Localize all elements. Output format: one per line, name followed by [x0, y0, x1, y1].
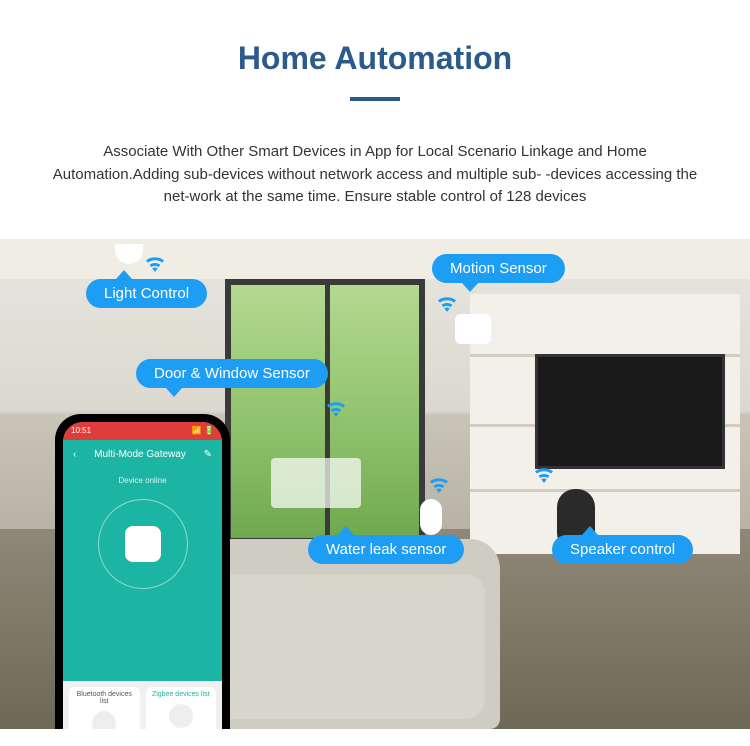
shelf-line [470, 489, 740, 492]
sofa [190, 539, 500, 729]
tab-bluetooth[interactable]: Bluetooth devices list [69, 687, 140, 729]
phone-app-header: ‹ Multi-Mode Gateway ✎ [63, 440, 222, 470]
tab-zigbee-label: Zigbee devices list [152, 691, 210, 698]
callout-speaker-control: Speaker control [552, 535, 693, 564]
phone-status-bar: 10:51 📶 🔋 [63, 422, 222, 440]
wifi-icon [144, 254, 166, 278]
bluetooth-device-icon [92, 711, 116, 729]
television [535, 354, 725, 469]
tab-zigbee[interactable]: Zigbee devices list [146, 687, 217, 729]
callout-motion-sensor: Motion Sensor [432, 254, 565, 283]
balcony-furniture [271, 458, 361, 508]
phone-time: 10:51 [71, 426, 91, 435]
wifi-icon [325, 399, 347, 423]
tab-bluetooth-label: Bluetooth devices list [77, 691, 132, 705]
device-status: Device online [118, 476, 166, 485]
description-text: Associate With Other Smart Devices in Ap… [0, 141, 750, 209]
phone-bottom-tabs: Bluetooth devices list Zigbee devices li… [63, 681, 222, 729]
zigbee-device-icon [169, 704, 193, 728]
hub-circle [98, 499, 188, 589]
back-icon[interactable]: ‹ [73, 449, 76, 460]
water-sensor-device [420, 499, 442, 535]
ceiling [0, 239, 750, 279]
title-divider [350, 97, 400, 101]
edit-icon[interactable]: ✎ [204, 449, 212, 460]
callout-light-control: Light Control [86, 279, 207, 308]
product-scene: Light Control Motion Sensor Door & Windo… [0, 239, 750, 729]
header: Home Automation [0, 0, 750, 141]
callout-door-window-sensor: Door & Window Sensor [136, 359, 328, 388]
callout-water-leak-sensor: Water leak sensor [308, 535, 464, 564]
phone-mockup: 10:51 📶 🔋 ‹ Multi-Mode Gateway ✎ Device … [55, 414, 230, 729]
hub-icon [125, 526, 161, 562]
wifi-icon [428, 475, 450, 499]
phone-app-body: Device online [63, 470, 222, 681]
phone-status-icons: 📶 🔋 [192, 426, 214, 435]
page-title: Home Automation [0, 40, 750, 77]
wifi-icon [436, 294, 458, 318]
phone-screen: 10:51 📶 🔋 ‹ Multi-Mode Gateway ✎ Device … [63, 422, 222, 729]
wifi-icon [533, 465, 555, 489]
motion-sensor-device [455, 314, 491, 344]
phone-app-title: Multi-Mode Gateway [94, 449, 186, 460]
